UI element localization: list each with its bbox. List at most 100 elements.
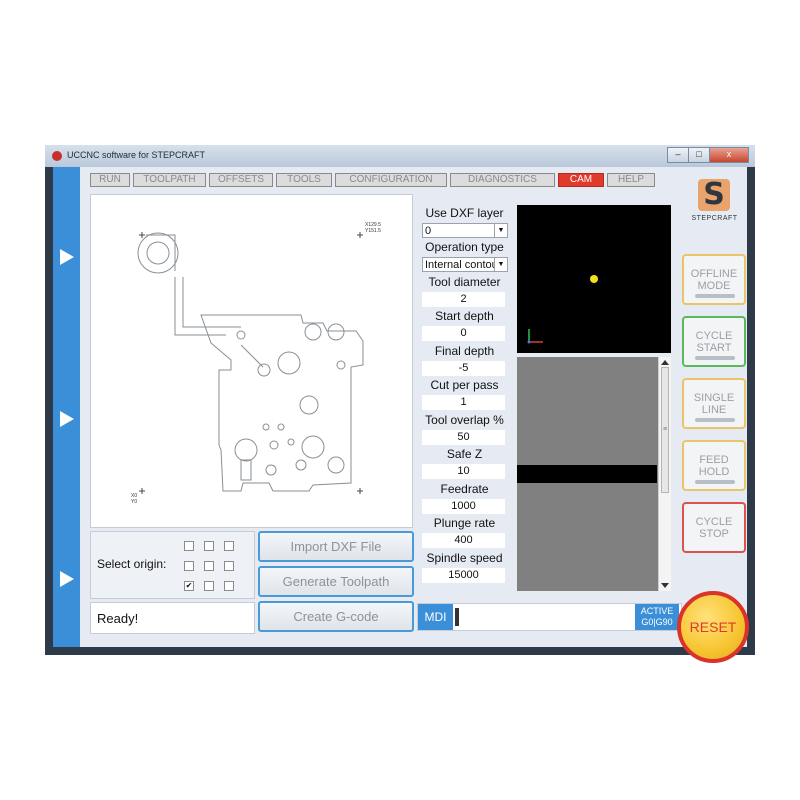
offline-mode-label: MODE xyxy=(697,280,731,292)
app-icon xyxy=(52,151,62,161)
feed-hold-button[interactable]: FEED HOLD xyxy=(682,440,746,491)
cycle-start-label: CYCLE xyxy=(695,330,733,342)
stepcraft-logo: S STEPCRAFT xyxy=(687,179,742,237)
grip-icon: ≡ xyxy=(662,426,668,433)
active-label: ACTIVE xyxy=(640,606,674,616)
part-outline xyxy=(200,314,364,492)
origin-checkbox[interactable]: ✔ xyxy=(184,581,194,591)
single-line-label: SINGLE xyxy=(693,392,735,404)
crosshair-icon xyxy=(139,232,145,238)
expand-arrow-icon[interactable] xyxy=(60,249,74,265)
large-hole-inner xyxy=(146,241,170,265)
cycle-stop-button[interactable]: CYCLE STOP xyxy=(682,502,746,553)
create-gcode-button[interactable]: Create G-code xyxy=(258,601,414,632)
scroll-down-icon[interactable] xyxy=(661,583,669,588)
plunge-rate-field[interactable]: 400 xyxy=(422,533,505,548)
arm-top-line xyxy=(146,234,176,271)
dxf-drawing-canvas[interactable]: X129.5 Y151.5 X0 Y0 xyxy=(90,194,413,528)
gcode-scrollbar[interactable]: ≡ xyxy=(658,357,671,591)
minimize-button[interactable]: – xyxy=(667,147,688,163)
tool-overlap-field[interactable]: 50 xyxy=(422,430,505,445)
feedrate-label: Feedrate xyxy=(440,482,489,496)
cut-per-pass-field[interactable]: 1 xyxy=(422,395,505,410)
hole xyxy=(234,438,258,462)
hole xyxy=(304,323,322,341)
hole xyxy=(327,456,345,474)
mdi-input[interactable] xyxy=(455,608,459,626)
large-hole xyxy=(137,232,179,274)
gcode-viewer[interactable]: ≡ xyxy=(517,357,671,591)
safe-z-field[interactable]: 10 xyxy=(422,464,505,479)
button-indicator xyxy=(695,418,735,422)
cycle-start-button[interactable]: CYCLE START xyxy=(682,316,746,367)
crosshair-icon xyxy=(357,232,363,238)
origin-checkbox[interactable] xyxy=(184,561,194,571)
dxf-layer-label: Use DXF layer xyxy=(425,206,504,220)
chevron-down-icon[interactable]: ▼ xyxy=(494,258,507,271)
window-controls: – □ x xyxy=(667,147,749,163)
select-origin-label: Select origin: xyxy=(97,557,167,571)
generate-toolpath-button[interactable]: Generate Toolpath xyxy=(258,566,414,597)
hole xyxy=(265,464,277,476)
origin-checkbox[interactable] xyxy=(224,561,234,571)
tool-overlap-label: Tool overlap % xyxy=(425,413,504,427)
cycle-start-label: START xyxy=(696,342,732,354)
hole xyxy=(299,395,319,415)
tab-cam[interactable]: CAM xyxy=(558,173,604,187)
scroll-thumb[interactable]: ≡ xyxy=(661,367,669,493)
tool-diameter-field[interactable]: 2 xyxy=(422,292,505,307)
tab-tools[interactable]: TOOLS xyxy=(276,173,332,187)
tab-diagnostics[interactable]: DIAGNOSTICS xyxy=(450,173,555,187)
single-line-button[interactable]: SINGLE LINE xyxy=(682,378,746,429)
close-button[interactable]: x xyxy=(709,147,749,163)
button-indicator xyxy=(695,480,735,484)
status-text: Ready! xyxy=(97,611,139,626)
toolpath-preview[interactable] xyxy=(517,205,671,353)
maximize-button[interactable]: □ xyxy=(688,147,709,163)
coord-label-y: Y0 xyxy=(131,499,137,505)
crosshair-icon xyxy=(357,488,363,494)
preview-graphic xyxy=(527,275,598,344)
operation-type-select[interactable]: Internal contour ▼ xyxy=(422,257,508,272)
scroll-up-icon[interactable] xyxy=(661,360,669,365)
hole xyxy=(277,351,301,375)
expand-arrow-icon[interactable] xyxy=(60,571,74,587)
cycle-stop-label: STOP xyxy=(699,528,729,540)
tab-configuration[interactable]: CONFIGURATION xyxy=(335,173,447,187)
spindle-speed-field[interactable]: 15000 xyxy=(422,568,505,583)
offline-mode-label: OFFLINE xyxy=(690,268,738,280)
origin-checkbox[interactable] xyxy=(224,581,234,591)
start-depth-field[interactable]: 0 xyxy=(422,326,505,341)
origin-checkbox[interactable] xyxy=(204,541,214,551)
start-depth-label: Start depth xyxy=(435,309,494,323)
origin-checkbox[interactable] xyxy=(184,541,194,551)
offline-mode-button[interactable]: OFFLINE MODE xyxy=(682,254,746,305)
hole xyxy=(236,330,246,340)
cycle-stop-label: CYCLE xyxy=(695,516,733,528)
origin-checkbox[interactable] xyxy=(204,581,214,591)
button-indicator xyxy=(695,294,735,298)
origin-checkbox[interactable] xyxy=(224,541,234,551)
feedrate-field[interactable]: 1000 xyxy=(422,499,505,514)
operation-type-value: Internal contour xyxy=(425,259,502,271)
feed-hold-label: HOLD xyxy=(698,466,730,478)
dxf-layer-select[interactable]: 0 ▼ xyxy=(422,223,508,238)
final-depth-label: Final depth xyxy=(434,344,495,358)
tab-help[interactable]: HELP xyxy=(607,173,655,187)
app-window: UCCNC software for STEPCRAFT – □ x RUN T… xyxy=(45,145,755,663)
tab-offsets[interactable]: OFFSETS xyxy=(209,173,273,187)
title-bar[interactable]: UCCNC software for STEPCRAFT – □ x xyxy=(45,145,755,167)
final-depth-field[interactable]: -5 xyxy=(422,361,505,376)
dxf-layer-value: 0 xyxy=(425,225,432,237)
chevron-down-icon[interactable]: ▼ xyxy=(494,224,507,237)
expand-arrow-icon[interactable] xyxy=(60,411,74,427)
tab-run[interactable]: RUN xyxy=(90,173,130,187)
tool-diameter-label: Tool diameter xyxy=(428,275,501,289)
tab-toolpath[interactable]: TOOLPATH xyxy=(133,173,206,187)
origin-checkbox[interactable] xyxy=(204,561,214,571)
import-dxf-button[interactable]: Import DXF File xyxy=(258,531,414,562)
active-modes-badge: ACTIVE G0|G90 xyxy=(635,604,679,630)
hole xyxy=(269,440,279,450)
slot-line xyxy=(240,344,264,368)
reset-button[interactable]: RESET xyxy=(677,591,749,663)
